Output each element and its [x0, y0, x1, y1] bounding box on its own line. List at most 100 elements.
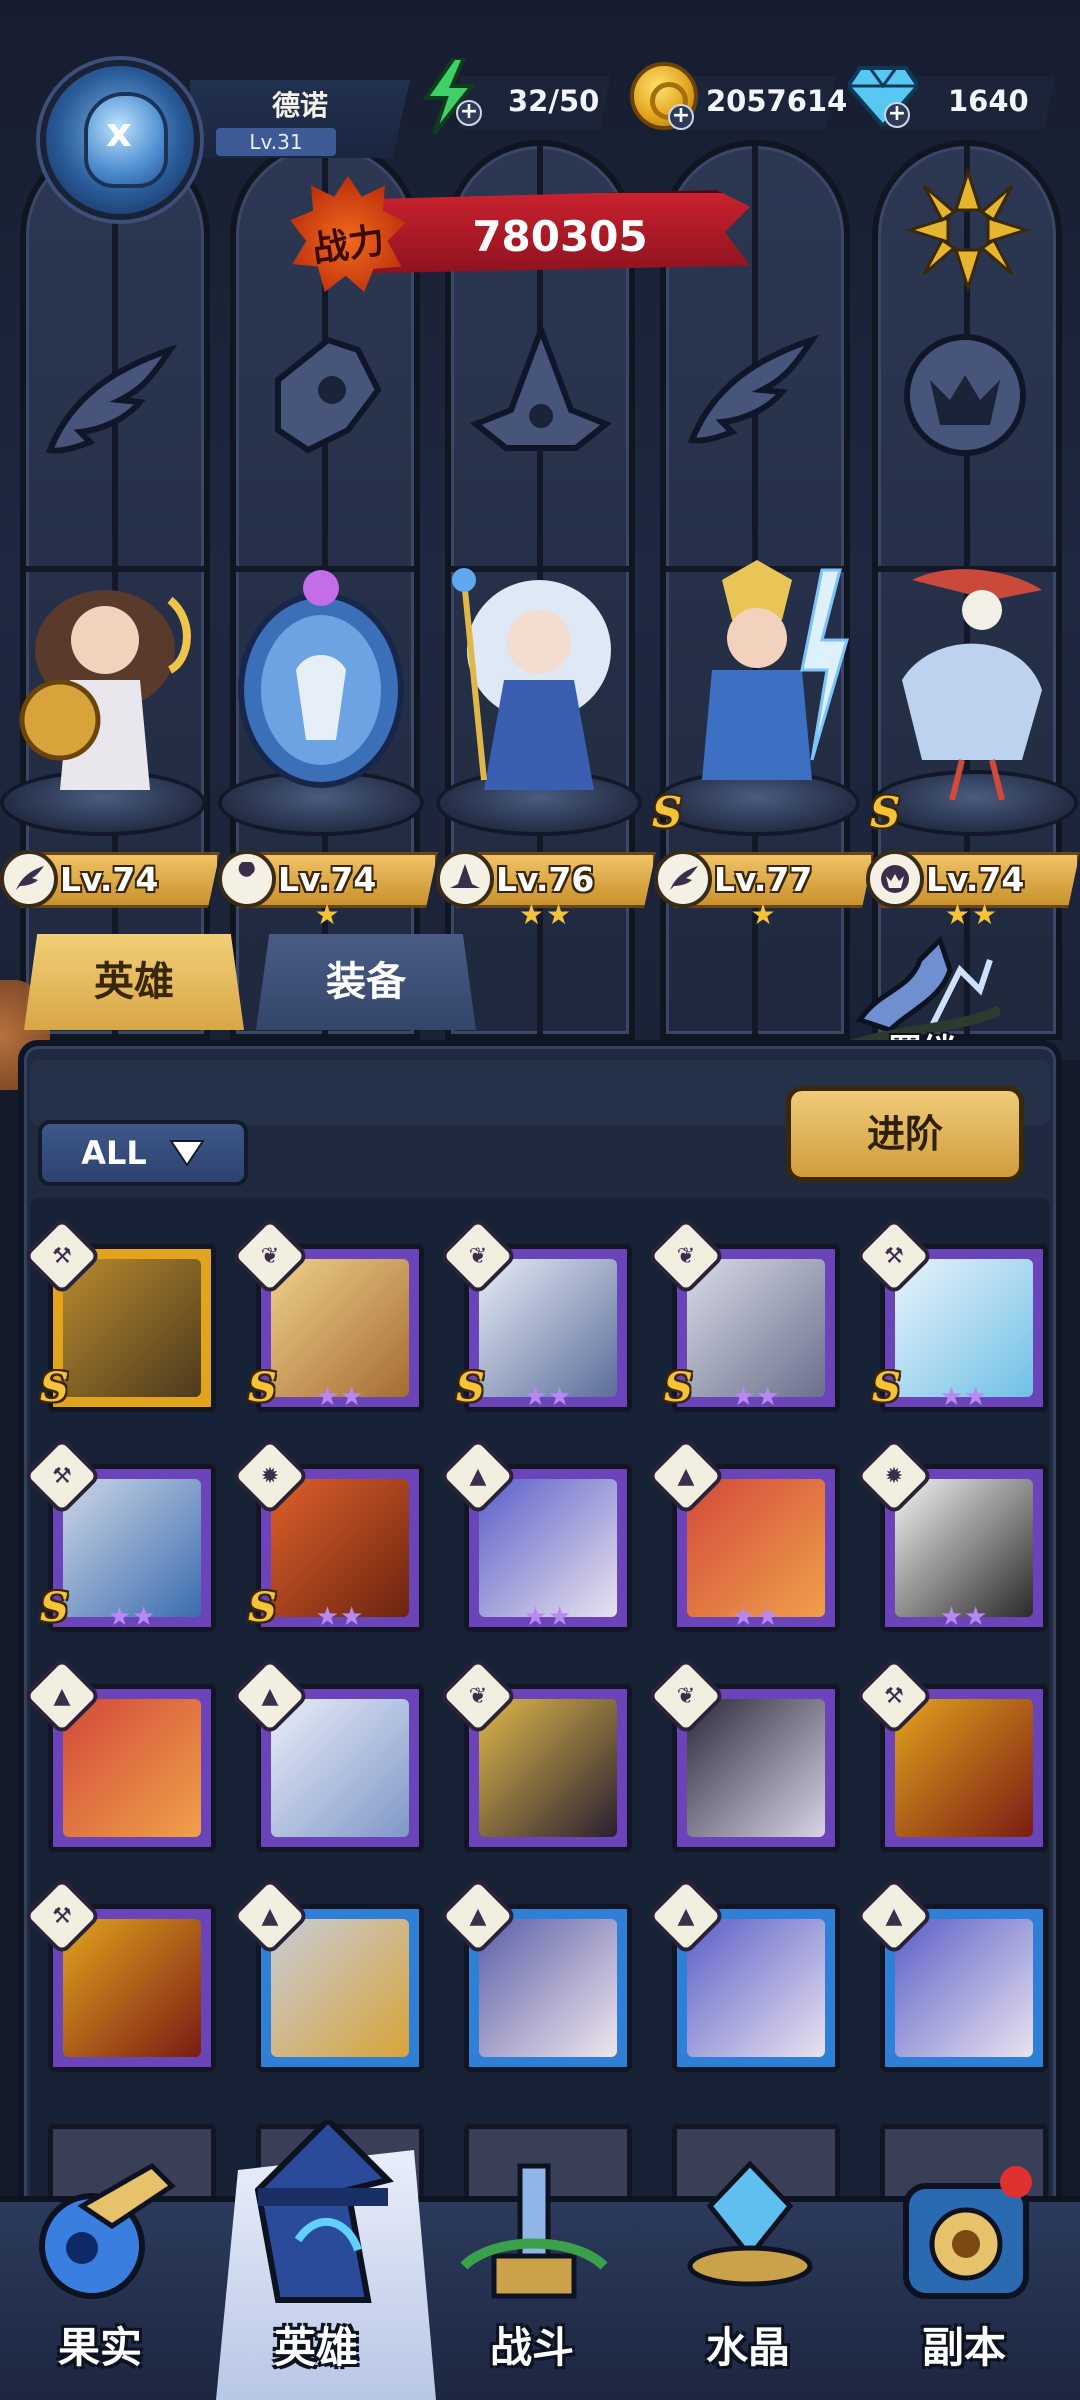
nav-label-dungeon: 副本 — [921, 2323, 1006, 2372]
hero-crane-sage-figure[interactable] — [872, 560, 1062, 800]
hero-portrait — [479, 1699, 617, 1837]
chevron-down-icon — [168, 1140, 205, 1167]
add-energy-button[interactable]: + — [456, 100, 482, 126]
crystal-nav-icon[interactable] — [670, 2156, 830, 2306]
nav-label-battle: 战斗 — [489, 2323, 574, 2372]
wing-glyph: ❦ — [260, 1243, 280, 1269]
hat-glyph: ▲ — [261, 1903, 279, 1929]
advance-button[interactable]: 进阶 — [786, 1086, 1024, 1182]
s-rank-badge: S — [870, 788, 901, 837]
hero-portrait — [687, 1699, 825, 1837]
menu-flower-icon[interactable] — [906, 168, 1030, 292]
hero-portrait — [895, 1919, 1033, 2057]
card-stars: ★★ — [107, 1602, 157, 1632]
card-stars: ★★ — [939, 1602, 989, 1632]
add-gold-button[interactable]: + — [668, 104, 694, 130]
hero-portrait — [271, 1699, 409, 1837]
wrench-glyph: ⚒ — [884, 1243, 904, 1269]
hero-stars: ★★ — [518, 898, 574, 931]
filter-label: ALL — [81, 1134, 147, 1172]
s-rank-badge: S — [40, 1364, 69, 1411]
hat-glyph: ▲ — [53, 1683, 71, 1709]
wrench-glyph: ⚒ — [52, 1463, 72, 1489]
card-stars: ★★ — [731, 1382, 781, 1412]
wing-emblem-icon — [45, 344, 178, 454]
hero-nav-icon[interactable] — [238, 2120, 398, 2310]
card-stars: ★★ — [315, 1382, 365, 1412]
hat-glyph: ▲ — [469, 1463, 487, 1489]
hero-ice-sorceress-figure[interactable] — [444, 560, 634, 800]
wrench-glyph: ⚒ — [884, 1683, 904, 1709]
hat-glyph: ▲ — [469, 1903, 487, 1929]
gems-value: 1640 — [948, 84, 1029, 118]
tab-equipment[interactable]: 装备 — [256, 934, 476, 1030]
battle-nav-icon[interactable] — [454, 2156, 614, 2306]
hero-stars: ★★ — [944, 898, 1000, 931]
hero-thunder-god-figure[interactable] — [662, 560, 852, 800]
hat-glyph: ▲ — [677, 1463, 695, 1489]
power-value: 780305 — [472, 212, 648, 261]
wing-class-icon — [0, 850, 58, 908]
hero-portrait — [479, 1479, 617, 1617]
nav-label-fruit: 果实 — [57, 2323, 142, 2372]
avatar-portrait — [84, 92, 168, 188]
hero-portrait — [479, 1919, 617, 2057]
s-rank-badge: S — [652, 788, 683, 837]
s-rank-badge: S — [248, 1584, 277, 1631]
wrench-glyph: ⚒ — [52, 1903, 72, 1929]
wing-emblem-icon — [687, 334, 820, 444]
hero-level: Lv.77 — [714, 860, 813, 899]
hero-portrait — [271, 1919, 409, 2057]
hero-portrait — [895, 1699, 1033, 1837]
filter-dropdown[interactable]: ALL — [38, 1120, 248, 1186]
s-rank-badge: S — [456, 1364, 485, 1411]
s-rank-badge: S — [40, 1584, 69, 1631]
s-rank-badge: S — [248, 1364, 277, 1411]
hero-stars: ★ — [750, 898, 778, 931]
hero-portrait — [895, 1479, 1033, 1617]
player-name: 德诺 — [271, 89, 328, 122]
tab-heroes[interactable]: 英雄 — [24, 934, 244, 1030]
wizard-hat-emblem-icon — [470, 321, 612, 451]
hero-alien-pod-figure[interactable] — [226, 560, 416, 800]
beast-glyph: ✹ — [260, 1463, 280, 1489]
s-rank-badge: S — [872, 1364, 901, 1411]
hat-glyph: ▲ — [677, 1903, 695, 1929]
nav-label-hero: 英雄 — [273, 2323, 358, 2372]
hero-portrait — [687, 1479, 825, 1617]
wing-glyph: ❦ — [676, 1243, 696, 1269]
gold-value: 2057614 — [706, 84, 848, 118]
fruit-nav-icon[interactable] — [22, 2156, 182, 2306]
wrench-glyph: ⚒ — [52, 1243, 72, 1269]
hero-level: Lv.76 — [496, 860, 595, 899]
beast-emblem-icon — [904, 334, 1026, 456]
card-stars: ★★ — [523, 1602, 573, 1632]
hero-stars — [60, 898, 180, 932]
player-level: Lv.31 — [216, 128, 336, 156]
beast-glyph: ✹ — [884, 1463, 904, 1489]
nav-label-crystal: 水晶 — [705, 2323, 790, 2372]
card-stars: ★★ — [731, 1602, 781, 1632]
hero-portrait — [63, 1919, 201, 2057]
hat-glyph: ▲ — [261, 1683, 279, 1709]
card-stars: ★★ — [939, 1382, 989, 1412]
hat-glyph: ▲ — [885, 1903, 903, 1929]
card-stars: ★★ — [315, 1602, 365, 1632]
wing-glyph: ❦ — [468, 1683, 488, 1709]
hero-portrait — [687, 1919, 825, 2057]
hero-valkyrie-figure[interactable] — [10, 560, 200, 800]
energy-value: 32/50 — [508, 84, 600, 118]
wing-glyph: ❦ — [468, 1243, 488, 1269]
s-rank-badge: S — [664, 1364, 693, 1411]
avatar-frame — [40, 60, 200, 220]
hero-portrait — [63, 1699, 201, 1837]
player-avatar[interactable] — [30, 40, 220, 230]
dungeon-nav-icon[interactable] — [886, 2156, 1046, 2306]
hero-level: Lv.74 — [926, 860, 1025, 899]
wing-glyph: ❦ — [676, 1683, 696, 1709]
hero-stars: ★ — [314, 898, 342, 931]
wrench-emblem-icon — [275, 336, 382, 454]
add-gems-button[interactable]: + — [884, 102, 910, 128]
hero-level: Lv.74 — [60, 860, 159, 899]
card-stars: ★★ — [523, 1382, 573, 1412]
